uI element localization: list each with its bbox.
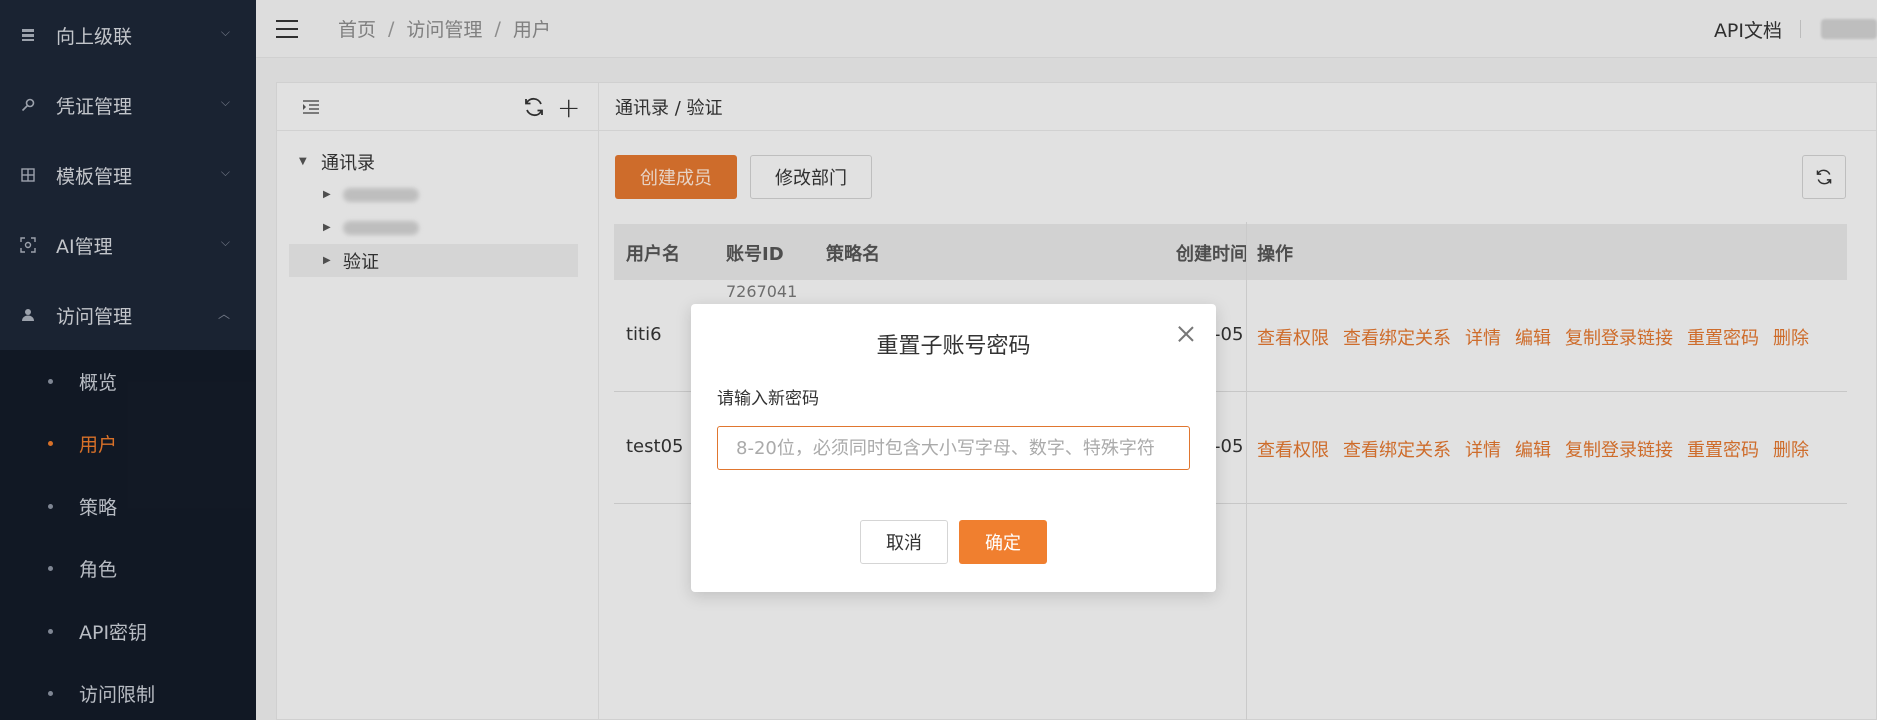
new-password-input[interactable]	[717, 426, 1190, 470]
confirm-button[interactable]: 确定	[959, 520, 1047, 564]
cancel-button[interactable]: 取消	[860, 520, 948, 564]
new-password-label: 请输入新密码	[717, 389, 819, 409]
dialog-title: 重置子账号密码	[876, 334, 1031, 359]
reset-password-dialog: 重置子账号密码 请输入新密码 取消 确定	[691, 304, 1216, 592]
close-icon[interactable]	[1178, 326, 1194, 342]
